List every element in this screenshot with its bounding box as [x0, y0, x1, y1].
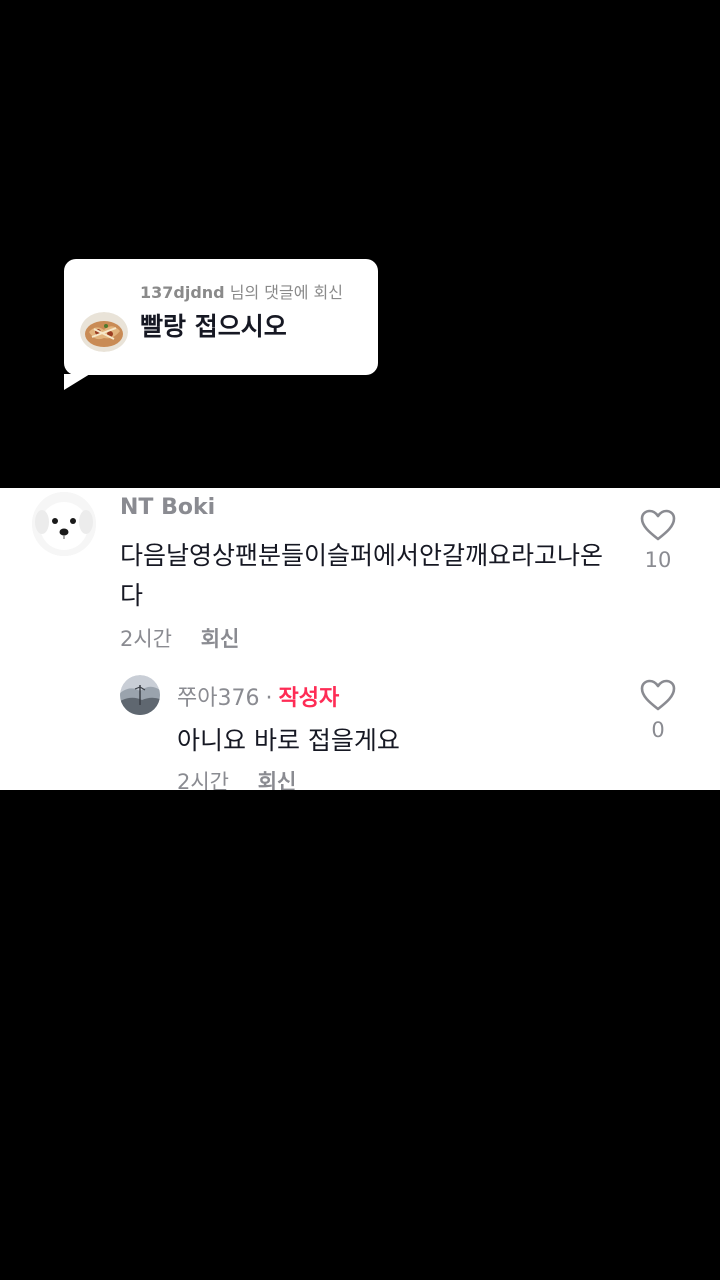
- like-count: 0: [651, 718, 665, 742]
- like-count: 10: [644, 548, 672, 572]
- reply-comment-time: 2시간: [177, 770, 230, 790]
- comment-username[interactable]: NT Boki: [120, 495, 215, 520]
- reply-sticker-tail: [64, 374, 90, 390]
- comment-meta: 2시간 회신: [120, 623, 239, 653]
- heart-outline-icon[interactable]: [638, 678, 678, 712]
- reply-username[interactable]: 쭈아376: [177, 686, 259, 711]
- reply-button[interactable]: 회신: [258, 770, 297, 790]
- reply-context-avatar: [80, 312, 128, 352]
- creator-badge: 작성자: [278, 686, 340, 711]
- reply-context: 137djdnd 님의 댓글에 회신: [140, 279, 343, 303]
- reply-context-suffix: 님의 댓글에 회신: [229, 283, 343, 302]
- reply-comment-text: 아니요 바로 접을게요: [177, 726, 400, 755]
- comment-text: 다음날영상팬분들이슬퍼에서안갈깨요라고나온다: [120, 541, 604, 610]
- comment-time: 2시간: [120, 627, 173, 651]
- landscape-avatar-icon[interactable]: [120, 675, 160, 715]
- reply-sticker-text: 빨랑 접으시오: [140, 312, 287, 341]
- reply-button[interactable]: 회신: [201, 627, 240, 651]
- separator-dot: ·: [265, 686, 273, 711]
- reply-context-user: 137djdnd: [140, 283, 225, 302]
- video-frame: 137djdnd 님의 댓글에 회신 빨랑 접으시오 NT Boki 다음날영상…: [0, 0, 720, 1280]
- reply-username-line: 쭈아376 · 작성자: [177, 680, 339, 712]
- heart-outline-icon[interactable]: [638, 508, 678, 542]
- white-dog-avatar-icon[interactable]: [32, 492, 96, 556]
- reply-comment-meta: 2시간 회신: [177, 766, 296, 790]
- comment-panel: NT Boki 다음날영상팬분들이슬퍼에서안갈깨요라고나온다 2시간 회신 10…: [0, 488, 720, 790]
